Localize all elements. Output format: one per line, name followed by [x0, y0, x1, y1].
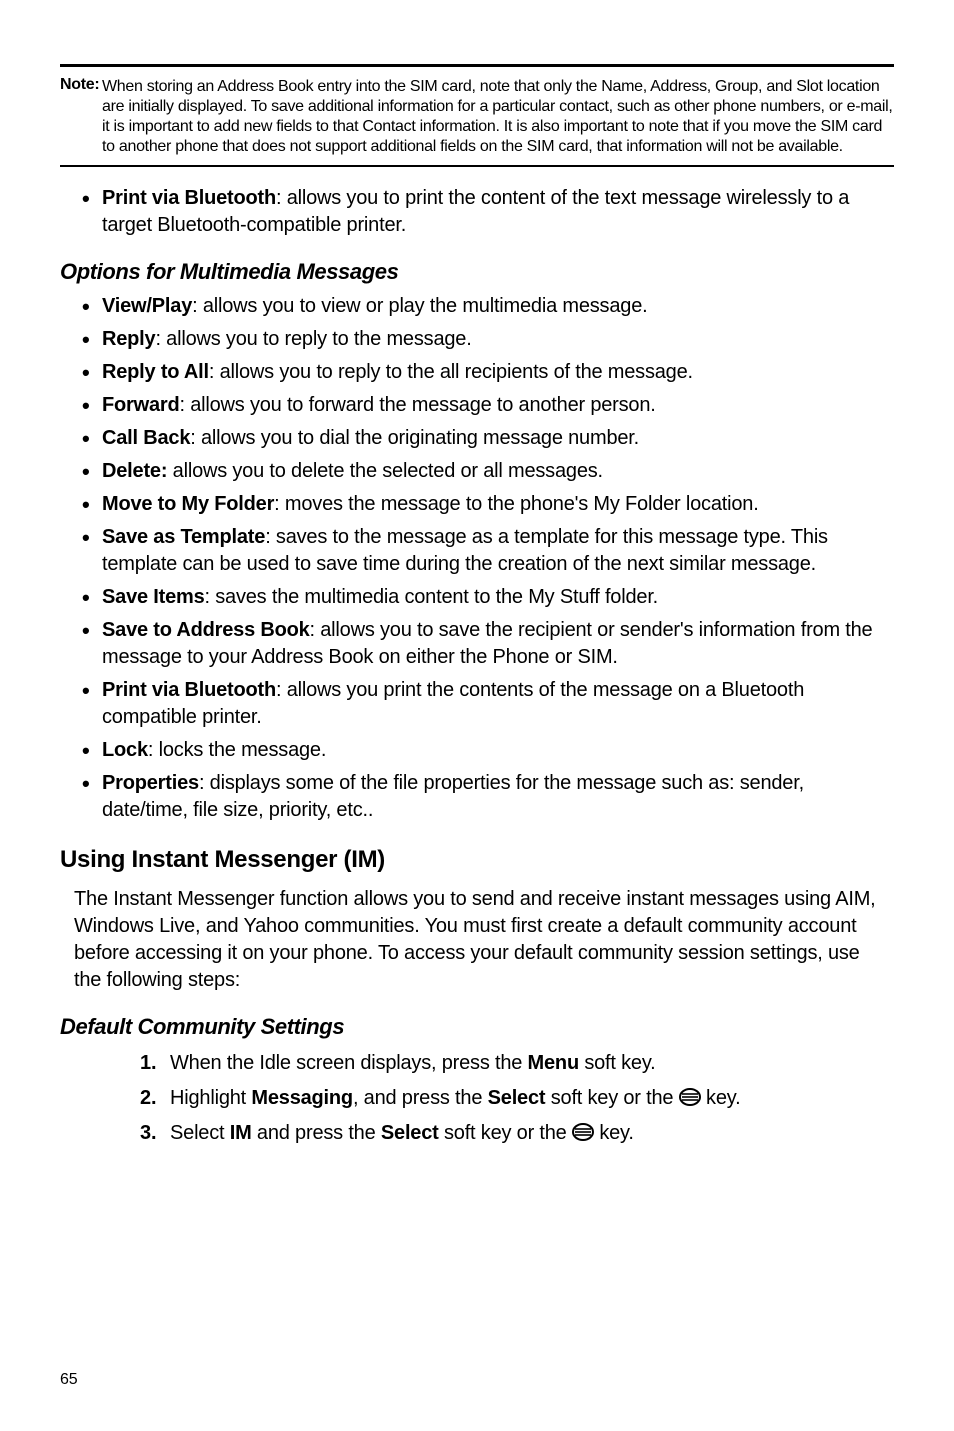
bullet-term: Properties — [102, 772, 199, 794]
bullet-term: Forward — [102, 394, 180, 416]
step-bold: IM — [230, 1122, 252, 1144]
ok-key-icon — [572, 1121, 594, 1143]
list-item: Reply to All: allows you to reply to the… — [82, 359, 894, 386]
bullet-term: Lock — [102, 739, 148, 761]
list-item: Lock: locks the message. — [82, 737, 894, 764]
bullet-term: Delete: — [102, 460, 167, 482]
bullet-description: : allows you to view or play the multime… — [192, 295, 647, 317]
list-item: Save Items: saves the multimedia content… — [82, 584, 894, 611]
step-bold: Select — [381, 1122, 439, 1144]
heading-default-community: Default Community Settings — [60, 1012, 894, 1042]
heading-options-multimedia: Options for Multimedia Messages — [60, 257, 894, 287]
bullet-term: View/Play — [102, 295, 192, 317]
list-item: Save as Template: saves to the message a… — [82, 524, 894, 578]
list-item: Save to Address Book: allows you to save… — [82, 617, 894, 671]
bullet-term: Print via Bluetooth — [102, 679, 276, 701]
step-bold: Select — [488, 1087, 546, 1109]
step-text: and press the — [252, 1122, 381, 1144]
bullet-description: : locks the message. — [148, 739, 326, 761]
step-text: Select — [170, 1122, 230, 1144]
bullet-term: Reply to All — [102, 361, 209, 383]
ok-key-icon — [679, 1086, 701, 1108]
horizontal-rule-top — [60, 64, 894, 67]
heading-using-im: Using Instant Messenger (IM) — [60, 844, 894, 876]
page-number: 65 — [60, 1369, 77, 1391]
horizontal-rule-bottom — [60, 165, 894, 167]
bullet-description: allows you to delete the selected or all… — [167, 460, 603, 482]
step-bold: Messaging — [251, 1087, 353, 1109]
step-bold: Menu — [528, 1052, 579, 1074]
list-item: Print via Bluetooth: allows you to print… — [82, 185, 894, 239]
bullet-description: : moves the message to the phone's My Fo… — [274, 493, 758, 515]
list-item: Forward: allows you to forward the messa… — [82, 392, 894, 419]
bullet-description: : allows you to dial the originating mes… — [190, 427, 639, 449]
bullet-term: Save to Address Book — [102, 619, 310, 641]
multimedia-options-list: View/Play: allows you to view or play th… — [60, 293, 894, 824]
step-text: key. — [701, 1087, 741, 1109]
top-bullet-list: Print via Bluetooth: allows you to print… — [60, 185, 894, 239]
step-text: When the Idle screen displays, press the — [170, 1052, 528, 1074]
bullet-term: Reply — [102, 328, 155, 350]
list-item: Print via Bluetooth: allows you print th… — [82, 677, 894, 731]
list-item: Call Back: allows you to dial the origin… — [82, 425, 894, 452]
bullet-description: : allows you to reply to the all recipie… — [209, 361, 693, 383]
bullet-term: Call Back — [102, 427, 190, 449]
note-body: When storing an Address Book entry into … — [60, 77, 894, 157]
step-item: Highlight Messaging, and press the Selec… — [140, 1085, 894, 1112]
step-text: , and press the — [353, 1087, 488, 1109]
list-item: Properties: displays some of the file pr… — [82, 770, 894, 824]
step-text: key. — [594, 1122, 634, 1144]
bullet-description: : saves the multimedia content to the My… — [205, 586, 659, 608]
bullet-description: : displays some of the file properties f… — [102, 772, 804, 821]
bullet-term: Move to My Folder — [102, 493, 274, 515]
bullet-term: Print via Bluetooth — [102, 187, 276, 209]
step-text: soft key or the — [439, 1122, 572, 1144]
bullet-description: : allows you to forward the message to a… — [180, 394, 656, 416]
note-label: Note: — [60, 76, 99, 93]
im-paragraph: The Instant Messenger function allows yo… — [74, 886, 884, 994]
bullet-term: Save as Template — [102, 526, 265, 548]
step-item: Select IM and press the Select soft key … — [140, 1120, 894, 1147]
bullet-description: : allows you to reply to the message. — [155, 328, 471, 350]
note-block: Note: When storing an Address Book entry… — [60, 75, 894, 157]
step-text: soft key or the — [545, 1087, 678, 1109]
list-item: Reply: allows you to reply to the messag… — [82, 326, 894, 353]
list-item: Move to My Folder: moves the message to … — [82, 491, 894, 518]
step-text: soft key. — [579, 1052, 656, 1074]
step-item: When the Idle screen displays, press the… — [140, 1050, 894, 1077]
bullet-term: Save Items — [102, 586, 205, 608]
list-item: View/Play: allows you to view or play th… — [82, 293, 894, 320]
steps-list: When the Idle screen displays, press the… — [60, 1050, 894, 1147]
list-item: Delete: allows you to delete the selecte… — [82, 458, 894, 485]
step-text: Highlight — [170, 1087, 251, 1109]
